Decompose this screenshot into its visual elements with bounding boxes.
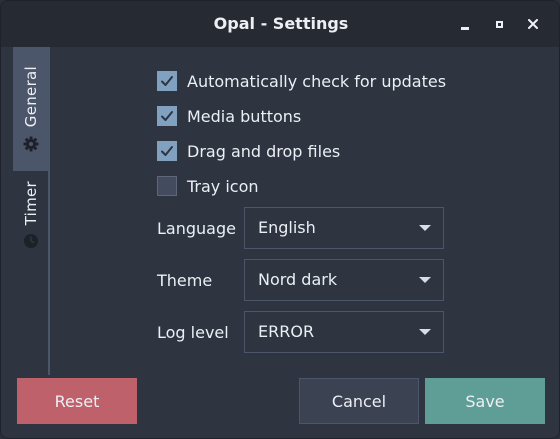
chevron-down-icon [419,277,431,283]
theme-select[interactable]: Nord dark [244,259,444,301]
close-button[interactable] [523,14,543,34]
reset-button[interactable]: Reset [17,378,137,424]
theme-value: Nord dark [258,270,338,289]
auto-update-checkbox[interactable]: Automatically check for updates [157,69,446,93]
log-level-value: ERROR [258,322,315,341]
log-level-select[interactable]: ERROR [244,311,444,353]
drag-drop-label: Drag and drop files [187,141,341,161]
auto-update-label: Automatically check for updates [187,71,447,91]
media-buttons-checkbox-box[interactable] [157,106,177,126]
language-value: English [258,218,316,237]
settings-window: Opal - Settings General Timer Automatica… [0,0,560,439]
clock-icon [23,233,39,249]
language-label: Language [157,219,236,238]
tray-icon-label: Tray icon [187,176,259,196]
media-buttons-label: Media buttons [187,106,302,126]
save-button[interactable]: Save [425,378,545,424]
close-icon [528,19,538,29]
tab-strip: General Timer [13,47,49,375]
tray-icon-checkbox-box[interactable] [157,176,177,196]
title-bar[interactable]: Opal - Settings [1,1,559,47]
theme-label: Theme [157,271,213,290]
drag-drop-checkbox[interactable]: Drag and drop files [157,139,340,163]
gear-icon [23,136,39,152]
maximize-icon [495,20,503,28]
media-buttons-checkbox[interactable]: Media buttons [157,104,301,128]
tab-general-label: General [22,66,40,128]
tab-timer-label: Timer [22,181,40,226]
tab-general[interactable]: General [13,47,49,171]
language-select[interactable]: English [244,207,444,249]
minimize-button[interactable] [455,14,475,34]
general-panel: Automatically check for updates Media bu… [50,47,559,375]
minimize-icon [461,26,469,30]
maximize-button[interactable] [489,14,509,34]
check-icon [161,146,173,156]
auto-update-checkbox-box[interactable] [157,71,177,91]
chevron-down-icon [419,225,431,231]
check-icon [161,111,173,121]
chevron-down-icon [419,329,431,335]
tab-timer[interactable]: Timer [13,171,49,311]
log-level-label: Log level [157,323,229,342]
drag-drop-checkbox-box[interactable] [157,141,177,161]
tray-icon-checkbox[interactable]: Tray icon [157,174,259,198]
check-icon [161,76,173,86]
cancel-button[interactable]: Cancel [299,378,419,424]
window-title: Opal - Settings [213,14,349,33]
